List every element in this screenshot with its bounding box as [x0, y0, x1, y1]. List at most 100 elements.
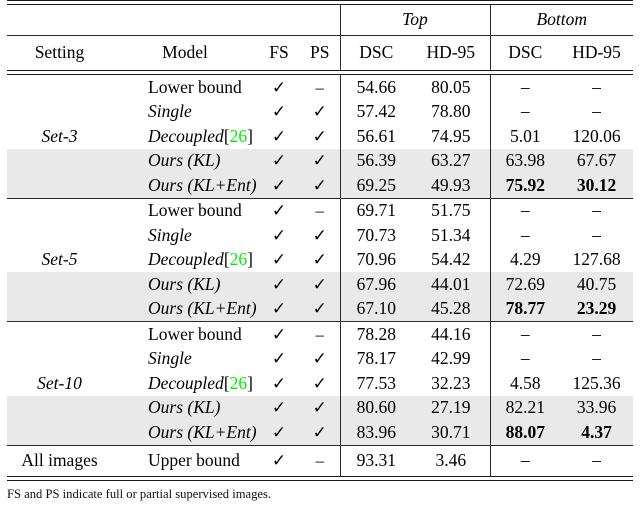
metric-value: 78.80: [431, 101, 471, 121]
metric-value: 54.66: [356, 76, 396, 97]
metric-value: 74.95: [431, 125, 471, 146]
fs-cell: ✓: [258, 124, 300, 149]
ps-cell: ✓: [300, 223, 340, 248]
summary-row: All images Upper bound ✓ – 93.31 3.46 – –: [7, 445, 633, 477]
column-header-top-hd95: HD-95: [426, 42, 476, 63]
check-icon: ✓: [312, 102, 327, 121]
bottom-dsc-cell: –: [489, 198, 560, 223]
top-dsc-cell: 67.10: [339, 296, 412, 322]
metric-value: 78.28: [356, 323, 396, 344]
metric-value: 120.06: [572, 125, 621, 146]
setting-cell: [7, 272, 112, 297]
check-icon: ✓: [312, 175, 327, 195]
fs-cell: ✓: [258, 173, 300, 198]
check-icon: ✓: [312, 422, 327, 442]
setting-label: Set-10: [37, 372, 82, 393]
results-table-container: Top Bottom Setting Model FS PS DSC HD-95 DSC HD-9…: [0, 0, 640, 502]
results-table: Top Bottom Setting Model FS PS DSC HD-95 DSC HD-9…: [7, 0, 633, 481]
metric-value: 33.96: [576, 397, 617, 417]
bottom-hd95-cell: –: [560, 199, 633, 224]
summary-ps-cell: –: [300, 446, 340, 477]
dash-icon: –: [520, 323, 530, 344]
metric-value: 45.28: [431, 298, 471, 318]
model-cell: Ours (KL): [112, 148, 258, 173]
column-header-fs: FS: [269, 42, 289, 63]
top-hd95-cell: 51.75: [412, 199, 490, 224]
model-label: Lower bound: [148, 76, 242, 97]
dash-icon: –: [520, 224, 530, 245]
metric-value: 5.01: [509, 125, 541, 146]
top-dsc-cell: 70.73: [339, 223, 412, 248]
ps-cell: ✓: [300, 100, 340, 125]
fs-cell: ✓: [258, 199, 300, 224]
citation-number[interactable]: 26: [230, 373, 248, 393]
model-cell: Single: [112, 347, 258, 372]
ps-cell: –: [300, 322, 340, 347]
model-label: Ours (KL): [148, 273, 221, 294]
column-header-model: Model: [162, 42, 208, 63]
top-dsc-cell: 78.17: [339, 346, 412, 371]
metric-value: 70.96: [356, 249, 396, 269]
check-icon: ✓: [271, 250, 287, 269]
bottom-dsc-cell: –: [489, 99, 560, 124]
setting-cell: Set-5: [7, 248, 112, 273]
check-icon: ✓: [271, 126, 287, 146]
top-hd95-cell: 51.34: [412, 223, 490, 248]
metric-value: 67.67: [576, 150, 617, 170]
top-dsc-cell: 70.96: [339, 247, 412, 272]
group-header-blank: [7, 5, 340, 36]
top-hd95-cell: 80.05: [412, 75, 490, 100]
setting-cell: [7, 148, 112, 173]
citation-number[interactable]: 26: [230, 126, 248, 146]
model-label: Ours (KL): [148, 397, 221, 417]
model-label: Lower bound: [148, 323, 242, 344]
metric-value: 63.27: [431, 150, 471, 170]
summary-fs-cell: ✓: [258, 446, 300, 477]
model-label: Upper bound: [148, 449, 240, 470]
summary-top-hd95-cell: 3.46: [412, 446, 490, 477]
check-icon: ✓: [271, 102, 287, 121]
metric-value: 67.10: [356, 298, 396, 318]
metric-value: 54.42: [431, 249, 471, 269]
check-icon: ✓: [271, 175, 287, 195]
group-header-top: Top: [339, 4, 490, 36]
model-label: Decoupled: [148, 249, 224, 269]
table-rule-bottom: [7, 475, 633, 481]
citation-number[interactable]: 26: [230, 249, 248, 269]
model-label: Ours (KL+Ent): [148, 298, 257, 318]
dash-icon: –: [592, 224, 601, 245]
top-hd95-cell: 44.16: [412, 322, 490, 347]
check-icon: ✓: [312, 349, 327, 368]
summary-setting-cell: All images: [7, 446, 112, 477]
check-icon: ✓: [271, 450, 287, 470]
top-dsc-cell: 69.25: [339, 173, 412, 198]
setting-label: All images: [21, 449, 98, 470]
metric-value: 44.01: [431, 273, 471, 294]
model-cell: Ours (KL): [112, 395, 258, 420]
model-cell: Lower bound: [112, 322, 258, 347]
column-header-bottom-hd95: HD-95: [572, 42, 621, 63]
metric-value: 27.19: [431, 397, 471, 417]
fs-cell: ✓: [258, 395, 300, 420]
bottom-hd95-cell: –: [560, 223, 633, 248]
model-label: Single: [148, 224, 192, 245]
fs-cell: ✓: [258, 347, 300, 372]
top-dsc-cell: 56.61: [339, 124, 412, 149]
table-row: Set-5 Decoupled[26] ✓ ✓ 70.96 54.42 4.29 127.68: [7, 247, 633, 273]
top-hd95-cell: 44.01: [412, 272, 490, 297]
fs-cell: ✓: [258, 75, 300, 100]
dash-icon: –: [592, 101, 601, 121]
dash-icon: –: [315, 324, 325, 344]
citation-close-bracket: ]: [247, 372, 253, 393]
setting-cell: Set-3: [7, 124, 112, 149]
fs-cell: ✓: [258, 296, 300, 322]
table-row: Lower bound ✓ – 78.28 44.16 – –: [7, 322, 633, 347]
bottom-hd95-cell: –: [560, 322, 633, 347]
setting-cell: [7, 173, 112, 198]
bottom-dsc-cell: 63.98: [489, 148, 560, 173]
top-hd95-cell: 45.28: [412, 296, 490, 322]
ps-cell: ✓: [300, 395, 340, 420]
check-icon: ✓: [312, 398, 327, 417]
bottom-hd95-cell: –: [560, 347, 633, 372]
column-header-top-dsc: DSC: [339, 36, 412, 71]
